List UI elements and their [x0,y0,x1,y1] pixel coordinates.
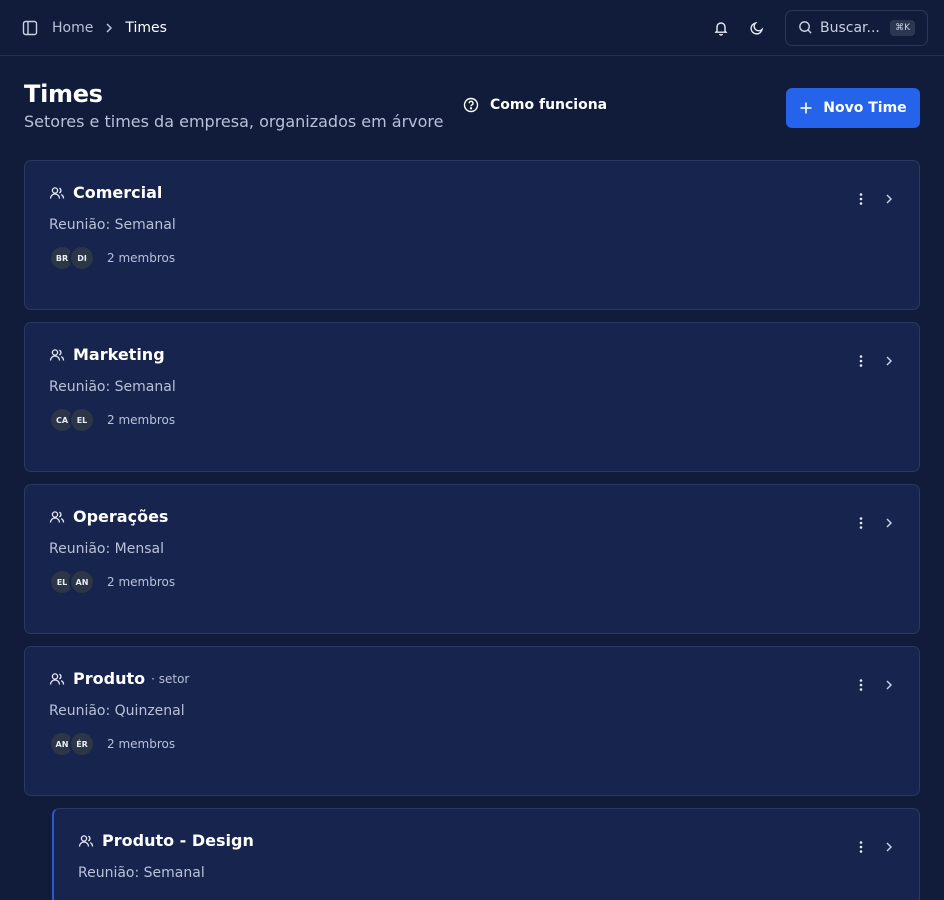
team-name[interactable]: Produto - Design [102,831,254,850]
sidebar-toggle-icon[interactable] [20,18,40,38]
team-members: CA EL 2 membros [49,407,895,433]
chevron-right-icon[interactable] [881,515,897,531]
team-card[interactable]: Operações Reunião: Mensal EL AN 2 membro… [24,484,920,634]
search-shortcut: ⌘K [890,19,915,36]
team-card[interactable]: Comercial Reunião: Semanal BR DI 2 membr… [24,160,920,310]
users-icon [49,185,65,201]
new-team-label: Novo Time [823,100,907,116]
team-members: EL AN 2 membros [49,569,895,595]
team-meeting: Reunião: Semanal [78,865,205,881]
users-icon [78,833,94,849]
team-name[interactable]: Marketing [73,345,165,364]
chevron-right-icon [103,22,115,34]
member-count: 2 membros [107,575,176,589]
moon-icon[interactable] [739,10,775,46]
how-it-works-label: Como funciona [490,97,608,113]
team-members: AN ÉR 2 membros [49,731,895,757]
users-icon [49,671,65,687]
avatar: EL [69,407,95,433]
how-it-works-button[interactable]: Como funciona [463,97,607,113]
member-count: 2 membros [107,251,176,265]
team-members: BR DI 2 membros [49,245,895,271]
page-header: Times Setores e times da empresa, organi… [0,56,944,160]
users-icon [49,347,65,363]
chevron-right-icon[interactable] [881,353,897,369]
more-vertical-icon[interactable] [853,677,869,693]
team-card[interactable]: Produto · setor Reunião: Quinzenal AN ÉR… [24,646,920,796]
breadcrumb-home[interactable]: Home [52,20,93,36]
breadcrumb-current: Times [125,19,167,36]
top-bar: Home Times Buscar... ⌘K [0,0,944,56]
chevron-right-icon[interactable] [881,677,897,693]
more-vertical-icon[interactable] [853,515,869,531]
team-meeting: Reunião: Mensal [49,541,164,557]
more-vertical-icon[interactable] [853,353,869,369]
search-input[interactable]: Buscar... ⌘K [785,9,928,46]
avatar: ÉR [69,731,95,757]
avatar: DI [69,245,95,271]
users-icon [49,509,65,525]
avatar: AN [69,569,95,595]
plus-icon [799,101,813,115]
member-count: 2 membros [107,737,176,751]
team-meeting: Reunião: Semanal [49,379,176,395]
team-name[interactable]: Produto [73,669,145,688]
team-card[interactable]: Marketing Reunião: Semanal CA EL 2 membr… [24,322,920,472]
search-label: Buscar... [820,19,880,36]
team-name[interactable]: Operações [73,507,168,526]
more-vertical-icon[interactable] [853,191,869,207]
search-icon [798,20,813,35]
team-name[interactable]: Comercial [73,183,162,202]
help-circle-icon [463,97,479,113]
bell-icon[interactable] [703,10,739,46]
team-list: Comercial Reunião: Semanal BR DI 2 membr… [0,160,944,900]
team-meeting: Reunião: Quinzenal [49,703,185,719]
chevron-right-icon[interactable] [881,839,897,855]
breadcrumb: Home Times [20,18,703,38]
more-vertical-icon[interactable] [853,839,869,855]
child-team-card[interactable]: Produto - Design Reunião: Semanal [52,808,920,900]
team-meeting: Reunião: Semanal [49,217,176,233]
member-count: 2 membros [107,413,176,427]
new-team-button[interactable]: Novo Time [786,88,920,128]
team-tag: · setor [151,671,190,686]
chevron-right-icon[interactable] [881,191,897,207]
